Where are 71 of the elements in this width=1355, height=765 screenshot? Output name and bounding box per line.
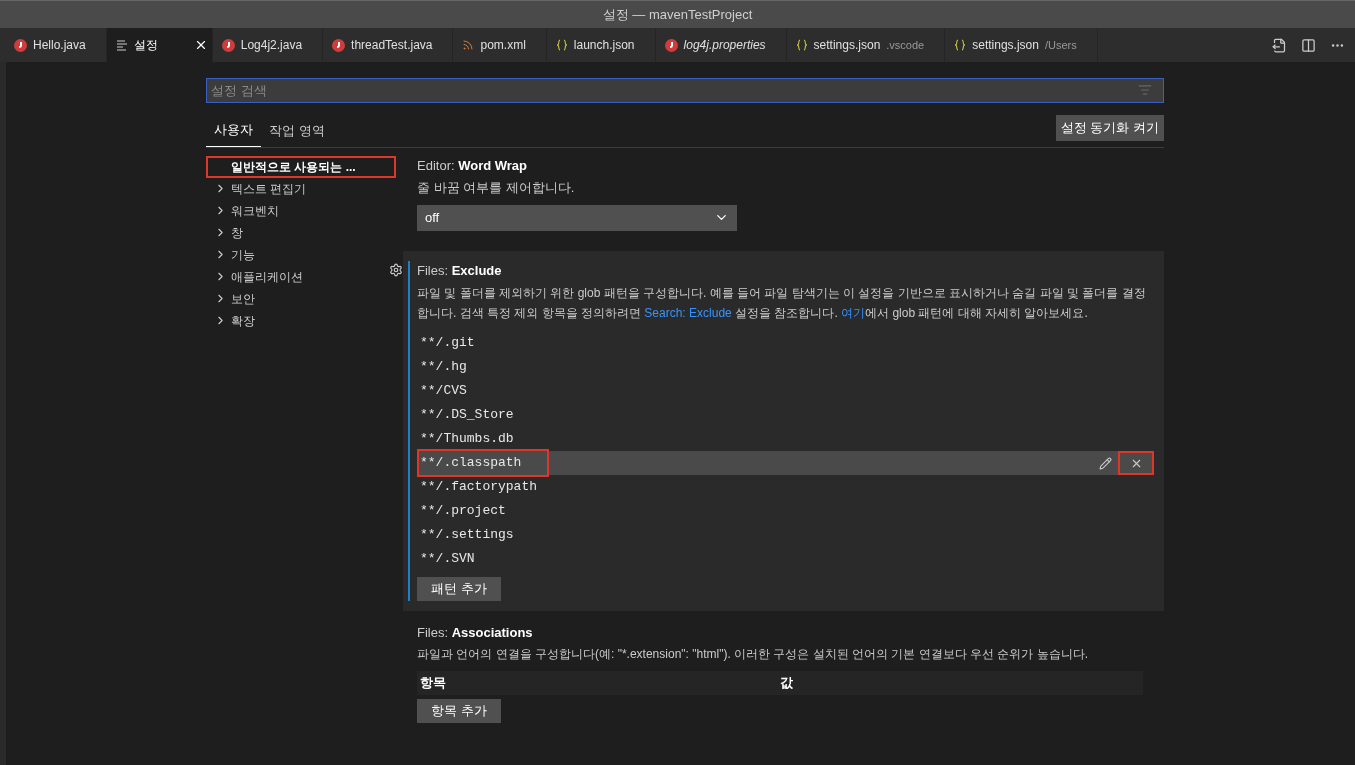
setting-title: Editor: Word Wrap	[417, 156, 529, 175]
search-field[interactable]: 설정 검색	[206, 78, 1164, 103]
setting-title: Files: Exclude	[417, 261, 503, 280]
pattern-row[interactable]: **/.settings	[417, 523, 1154, 547]
open-file-icon[interactable]	[1272, 37, 1287, 53]
toc-item[interactable]: 일반적으로 사용되는 ...	[206, 155, 396, 178]
setting-description: 파일 및 폴더를 제외하기 위한 glob 패턴을 구성합니다. 예를 들어 파일 탐색기는 이 설정을 기반으로 표시하거나 숨길 파일 및 폴더를 결정합니다. 검색 특정 제외 항목을 정의하려면 Search: Exclude 설정을 참조합니다. 여기에서 glob 패턴에 대해 자세히 알아보세요.	[417, 285, 1147, 322]
pattern-text: **/.project	[419, 502, 507, 521]
pattern-text: **/.settings	[419, 526, 515, 545]
pattern-row[interactable]: **/.project	[417, 499, 1154, 523]
pattern-row[interactable]: **/.factorypath	[417, 475, 1154, 499]
pattern-text: **/Thumbs.db	[419, 430, 515, 449]
pattern-text: **/.factorypath	[419, 478, 539, 497]
setting-description: 파일과 언어의 연결을 구성합니다(예: "*.extension": "html"). 이러한 구성은 설치된 언어의 기본 연결보다 우선 순위가 높습니다.	[417, 646, 1090, 663]
rss-icon	[462, 39, 475, 51]
edit-icon[interactable]	[1099, 456, 1112, 470]
tab-label: Log4j2.java	[240, 37, 303, 54]
column-header: 값	[780, 674, 794, 693]
link[interactable]: 여기	[841, 306, 866, 320]
toc-item[interactable]: 워크벤치	[206, 199, 396, 222]
toc-item[interactable]: 확장	[206, 309, 396, 332]
tab-label: log4j.properties	[683, 37, 766, 54]
scope-tab[interactable]: 작업 영역	[261, 116, 333, 147]
pattern-row[interactable]: **/CVS	[417, 379, 1154, 403]
braces-icon	[795, 39, 808, 51]
pattern-row[interactable]: **/.classpath	[417, 451, 1154, 475]
tab-label: pom.xml	[480, 37, 526, 54]
toc-item[interactable]: 기능	[206, 243, 396, 266]
link[interactable]: Search: Exclude	[644, 306, 732, 320]
tab-label: launch.json	[573, 37, 635, 54]
pattern-row[interactable]: **/Thumbs.db	[417, 427, 1154, 451]
pattern-text: **/.SVN	[419, 550, 476, 569]
braces-icon	[555, 39, 568, 51]
pattern-row[interactable]: **/.SVN	[417, 547, 1154, 571]
split-editor-icon[interactable]	[1301, 37, 1316, 53]
pattern-row[interactable]: **/.DS_Store	[417, 403, 1154, 427]
toc-item[interactable]: 보안	[206, 287, 396, 310]
pattern-row[interactable]: **/.git	[417, 331, 1154, 355]
pattern-row[interactable]: **/.hg	[417, 355, 1154, 379]
column-header: 항목	[420, 674, 447, 693]
tab-label: 설정	[133, 37, 158, 54]
toc-item[interactable]: 애플리케이션	[206, 265, 396, 288]
tab-label: Hello.java	[33, 37, 86, 54]
pattern-text: **/.classpath	[417, 449, 550, 477]
sync-button[interactable]: 설정 동기화 켜기	[1055, 115, 1164, 141]
java-file-icon	[14, 38, 27, 52]
tab-description: .vscode	[886, 37, 925, 53]
toc-item[interactable]: 창	[206, 221, 396, 244]
tab-label: settings.json	[813, 37, 881, 54]
tab-label: threadTest.java	[351, 37, 433, 54]
scope-tab[interactable]: 사용자	[206, 116, 261, 147]
tab-description: /Users	[1044, 37, 1077, 53]
pattern-text: **/CVS	[419, 382, 468, 401]
settings-icon[interactable]	[389, 262, 403, 277]
pattern-text: **/.hg	[419, 358, 468, 377]
java-file-icon	[664, 38, 678, 52]
setting-title: Files: Associations	[417, 623, 534, 642]
window-title: 설정 — mavenTestProject	[602, 5, 753, 24]
pattern-text: **/.DS_Store	[419, 406, 515, 425]
java-file-icon	[332, 38, 346, 52]
tab-label: settings.json	[972, 37, 1039, 54]
add-item-button[interactable]: 항목 추가	[417, 699, 501, 723]
add-pattern-button[interactable]: 패턴 추가	[417, 577, 501, 601]
editor-tab[interactable]: 설정	[106, 28, 213, 62]
pattern-text: **/.git	[419, 334, 476, 353]
toc-item[interactable]: 텍스트 편집기	[206, 177, 396, 200]
settings-file-icon	[115, 39, 128, 51]
setting-description: 줄 바꿈 여부를 제어합니다.	[417, 179, 576, 197]
braces-icon	[954, 39, 967, 51]
dropdown[interactable]: off	[417, 204, 737, 231]
java-file-icon	[221, 38, 235, 52]
